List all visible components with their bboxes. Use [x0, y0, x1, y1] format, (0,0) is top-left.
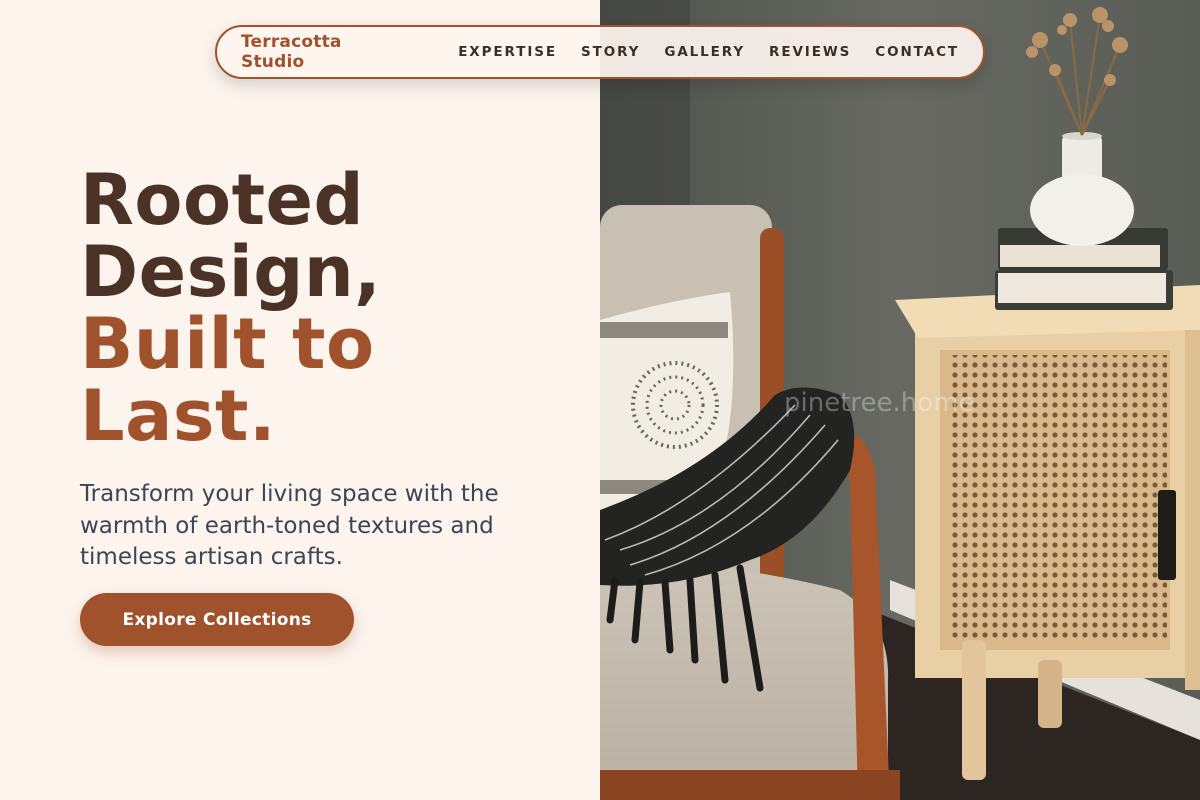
- nav-links: EXPERTISE STORY GALLERY REVIEWS CONTACT: [458, 44, 959, 60]
- explore-collections-button[interactable]: Explore Collections: [80, 593, 354, 646]
- hero-title-accent-line-1: Built to: [80, 303, 375, 385]
- nav-link-contact[interactable]: CONTACT: [875, 44, 959, 60]
- nav-link-gallery[interactable]: GALLERY: [664, 44, 745, 60]
- main-nav: Terracotta Studio EXPERTISE STORY GALLER…: [215, 25, 985, 79]
- hero-title: Rooted Design, Built to Last.: [80, 164, 381, 452]
- brand-logo[interactable]: Terracotta Studio: [241, 32, 410, 72]
- hero-subtitle: Transform your living space with the war…: [80, 481, 499, 570]
- hero-title-line-1: Rooted: [80, 159, 365, 241]
- nav-link-story[interactable]: STORY: [581, 44, 640, 60]
- nav-link-expertise[interactable]: EXPERTISE: [458, 44, 557, 60]
- nav-link-reviews[interactable]: REVIEWS: [769, 44, 851, 60]
- hero-title-line-2: Design,: [80, 231, 382, 313]
- hero-title-accent-line-2: Last.: [80, 375, 277, 457]
- photo-watermark: pinetree.home: [784, 388, 975, 418]
